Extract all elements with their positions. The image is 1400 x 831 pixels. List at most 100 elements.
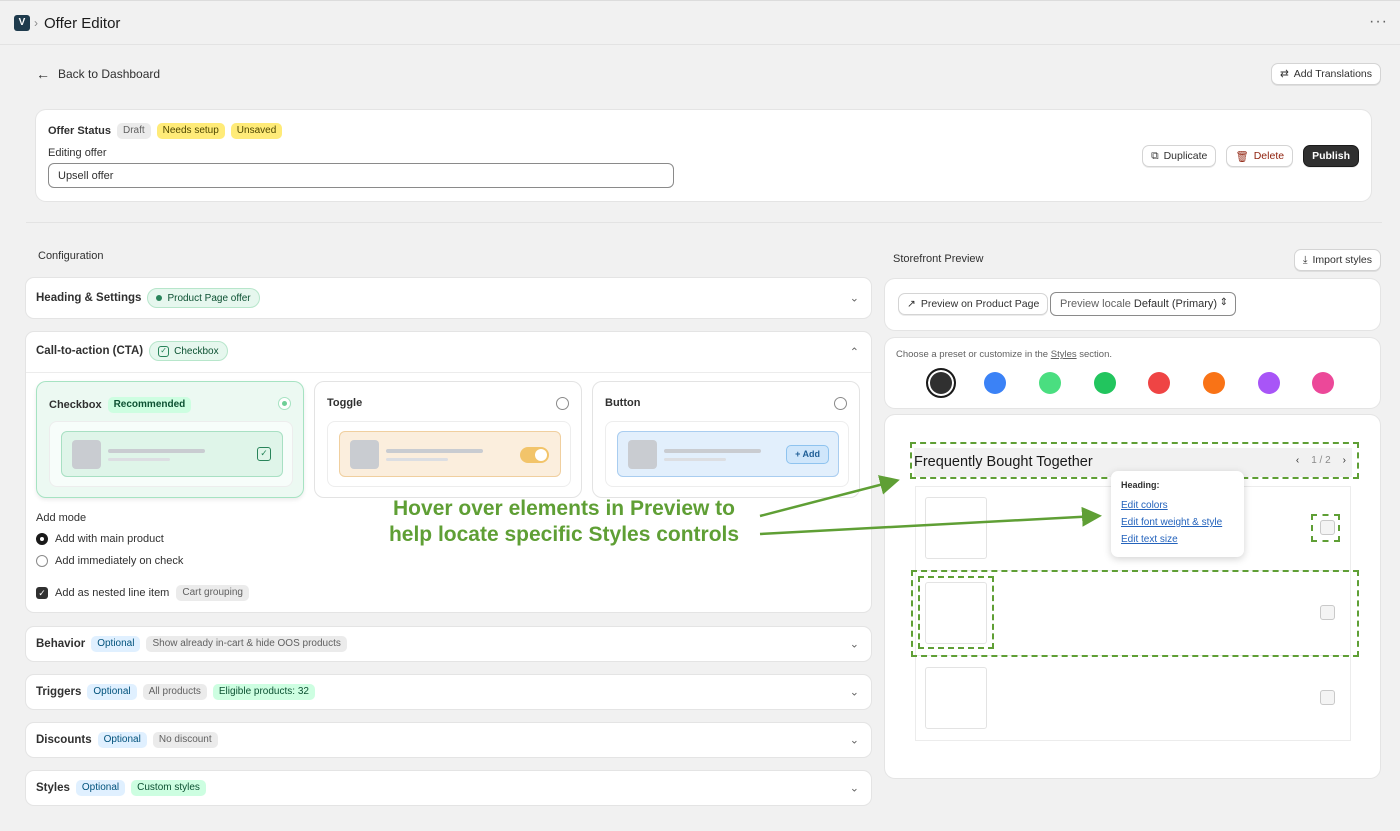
checkbox-mock: ✓ [61,431,283,477]
delete-label: Delete [1253,150,1285,162]
storefront-preview-title: Storefront Preview [893,253,984,265]
publish-button[interactable]: Publish [1303,145,1359,167]
styles-title: Styles [36,782,70,794]
mock-product-image [628,440,657,469]
add-mode-immediate-label: Add immediately on check [55,555,184,567]
custom-styles-badge: Custom styles [131,780,206,796]
checkbox-preview: ✓ [49,421,293,487]
optional-badge: Optional [75,780,126,796]
styles-tooltip: Heading: Edit colors Edit font weight & … [1111,471,1244,557]
cta-header[interactable]: Call-to-action (CTA) ✓ Checkbox [36,341,228,361]
add-translations-button[interactable]: ⇄ Add Translations [1270,63,1381,85]
cta-option-toggle[interactable]: Toggle [314,381,582,498]
locale-value: Default (Primary) [1133,298,1218,310]
product-checkbox[interactable] [1320,690,1335,705]
heading-settings-title: Heading & Settings [36,292,142,304]
status-actions: ⧉ Duplicate 🗑 Delete Publish [1142,145,1359,167]
checkbox-icon: ✓ [158,345,170,357]
edit-font-weight-link[interactable]: Edit font weight & style [1121,517,1234,528]
chevron-down-icon[interactable]: ⌄ [850,734,859,747]
offer-status-row: Offer Status Draft Needs setup Unsaved [48,123,283,139]
accordion-styles[interactable]: Styles Optional Custom styles ⌄ [26,771,871,805]
accordion-heading-settings[interactable]: Heading & Settings Product Page offer ⌄ [26,278,871,318]
hover-highlight-checkbox [1311,514,1340,542]
annotation-line-2: help locate specific Styles controls [388,523,740,546]
chevron-down-icon[interactable]: ⌄ [850,686,859,699]
chevron-up-icon[interactable]: ⌃ [850,346,859,359]
import-styles-label: Import styles [1312,254,1372,266]
preset-swatch-light-green[interactable] [1039,372,1061,394]
product-row[interactable] [916,657,1350,741]
top-bar: V › Offer Editor ··· [0,0,1400,45]
cta-option-checkbox[interactable]: Checkbox Recommended ✓ [36,381,304,498]
preview-locale-select[interactable]: Preview locale Default (Primary) ⇕ [1050,292,1236,316]
button-preview: + Add [605,421,849,487]
app-logo-icon[interactable]: V [14,15,30,31]
chevron-down-icon[interactable]: ⌄ [850,638,859,651]
option-toggle-radio[interactable] [556,397,569,410]
offer-name-input[interactable] [48,163,674,188]
duplicate-icon: ⧉ [1151,149,1159,162]
translate-icon: ⇄ [1279,68,1289,80]
add-mode-label: Add mode [36,512,87,524]
edit-colors-link[interactable]: Edit colors [1121,500,1234,511]
preset-swatch-pink[interactable] [1312,372,1334,394]
mock-toggle-icon [520,447,549,463]
cta-pill-label: Checkbox [174,345,219,357]
mock-add-button: + Add [786,445,829,464]
triggers-title: Triggers [36,686,82,698]
edit-text-size-link[interactable]: Edit text size [1121,534,1234,545]
product-image[interactable] [925,497,987,559]
annotation-line-1: Hover over elements in Preview to [393,497,735,520]
toggle-mock [339,431,561,477]
styles-link[interactable]: Styles [1051,349,1077,360]
nested-line-item-option[interactable]: ✓ Add as nested line item Cart grouping [36,585,249,601]
chevron-down-icon[interactable]: ⌄ [850,782,859,795]
back-to-dashboard-link[interactable]: ← Back to Dashboard [36,66,160,82]
option-checkbox-title: Checkbox [49,399,102,411]
preset-swatch-orange[interactable] [1203,372,1225,394]
mock-text-line [664,458,726,461]
preset-swatch-dark[interactable] [926,368,956,398]
mock-text-line [386,458,448,461]
radio-selected-icon[interactable] [36,533,48,545]
add-mode-option-immediate[interactable]: Add immediately on check [36,555,183,567]
cart-grouping-badge: Cart grouping [176,585,249,601]
section-divider [26,222,1382,223]
accordion-triggers[interactable]: Triggers Optional All products Eligible … [26,675,871,709]
cta-option-button[interactable]: Button + Add [592,381,860,498]
product-image[interactable] [925,667,987,729]
status-badge-needs-setup: Needs setup [156,123,225,139]
mock-text-line [108,458,170,461]
preset-swatch-green[interactable] [1094,372,1116,394]
option-checkbox-radio[interactable] [278,397,291,410]
trash-icon: 🗑 [1235,150,1249,163]
chevron-down-icon[interactable]: ⌄ [850,292,859,305]
preset-card: Choose a preset or customize in the Styl… [885,338,1380,408]
product-page-offer-pill: Product Page offer [147,288,260,308]
optional-badge: Optional [97,732,147,748]
recommended-badge: Recommended [107,397,192,413]
option-button-radio[interactable] [834,397,847,410]
more-actions-icon[interactable]: ··· [1369,13,1388,31]
radio-unselected-icon[interactable] [36,555,48,567]
delete-button[interactable]: 🗑 Delete [1226,145,1294,167]
accordion-behavior[interactable]: Behavior Optional Show already in-cart &… [26,627,871,661]
add-mode-main-label: Add with main product [55,533,164,545]
add-mode-option-main[interactable]: Add with main product [36,533,164,545]
cta-title: Call-to-action (CTA) [36,345,144,357]
status-badge-draft: Draft [116,123,151,139]
duplicate-button[interactable]: ⧉ Duplicate [1142,145,1217,167]
preset-swatch-blue[interactable] [984,372,1006,394]
checkbox-checked-icon[interactable]: ✓ [36,587,48,599]
mock-product-image [350,440,379,469]
preset-swatch-purple[interactable] [1258,372,1280,394]
tooltip-heading: Heading: [1121,480,1160,490]
locale-label: Preview locale [1060,298,1131,310]
discounts-title: Discounts [36,734,92,746]
preview-product-page-button[interactable]: ↗ Preview on Product Page [898,293,1049,315]
preset-swatch-red[interactable] [1148,372,1170,394]
import-styles-button[interactable]: ⤓ Import styles [1293,249,1381,271]
accordion-discounts[interactable]: Discounts Optional No discount ⌄ [26,723,871,757]
mock-checkbox-icon: ✓ [257,447,271,461]
